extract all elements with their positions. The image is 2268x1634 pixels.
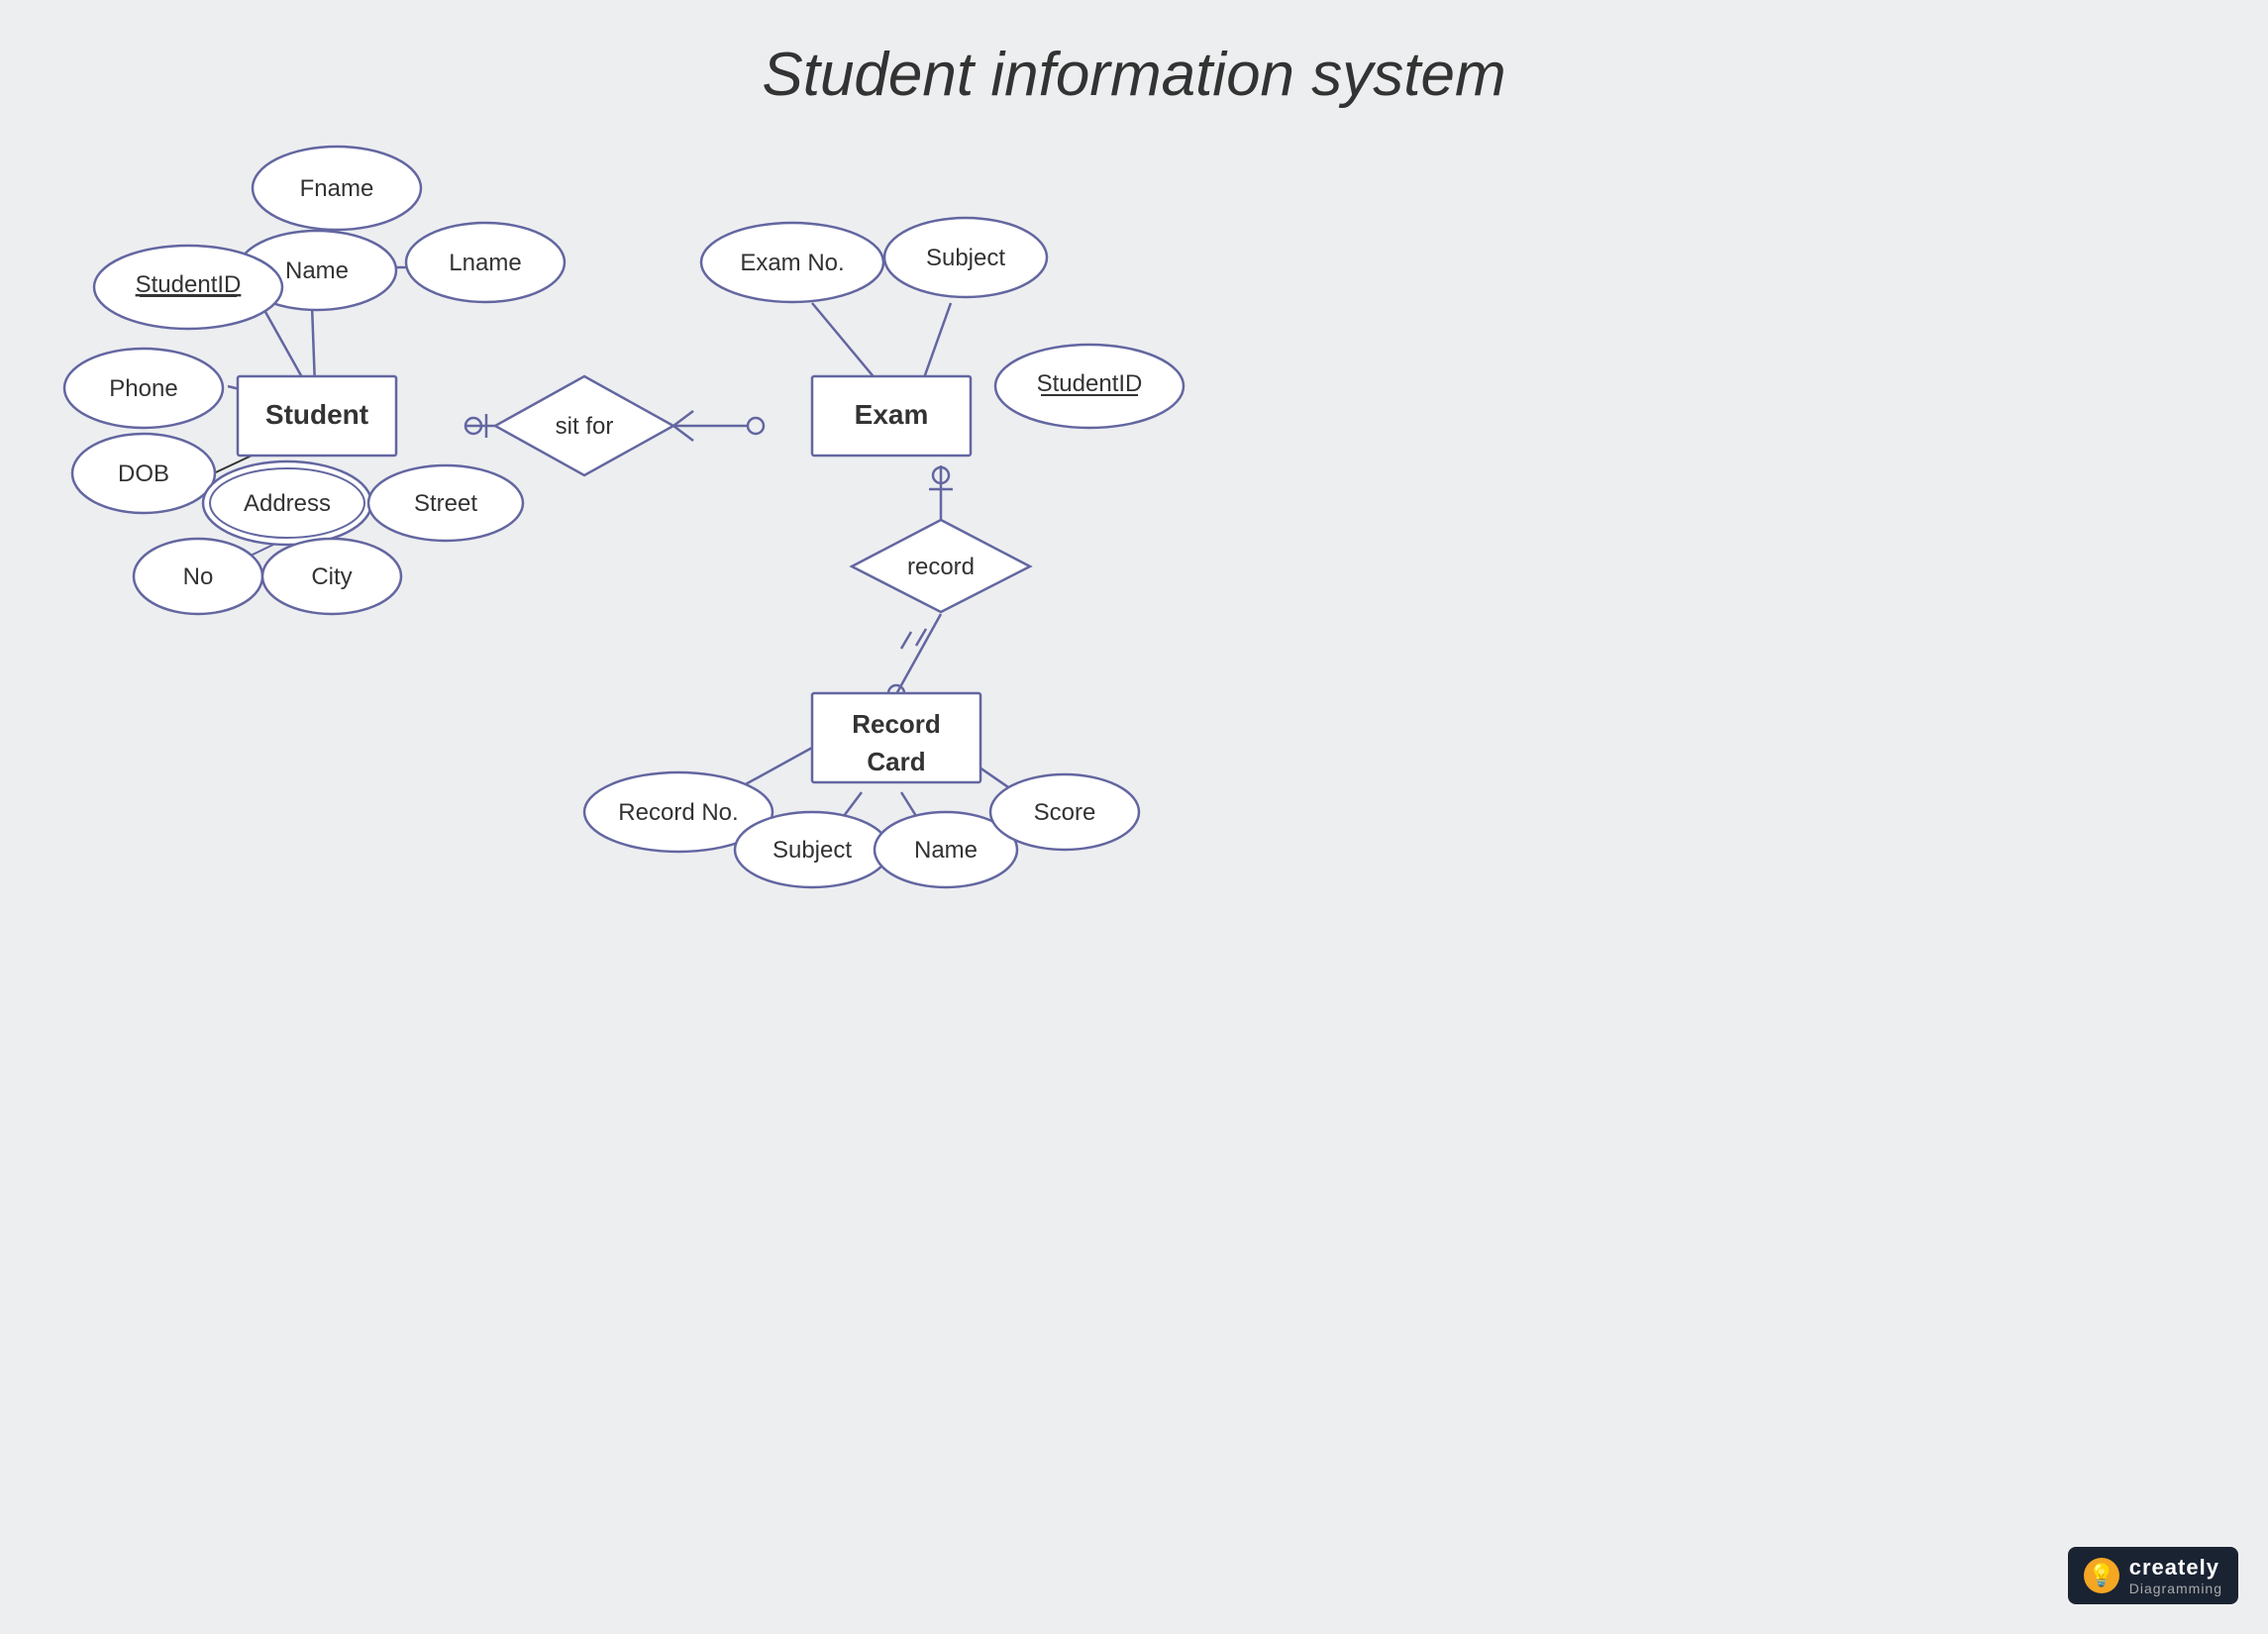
studentid2-attr-label: StudentID — [1037, 370, 1143, 397]
street-attr-label: Street — [414, 490, 477, 517]
creately-watermark: 💡 creately Diagramming — [2068, 1547, 2238, 1604]
creately-tagline: Diagramming — [2129, 1581, 2222, 1596]
examno-attr-label: Exam No. — [740, 250, 844, 276]
record-relationship-label: record — [907, 554, 975, 580]
city-attr-label: City — [311, 563, 352, 590]
phone-attr-label: Phone — [109, 375, 177, 402]
lname-attr-label: Lname — [449, 250, 521, 276]
fname-attr-label: Fname — [300, 175, 374, 202]
creately-bulb-icon: 💡 — [2084, 1558, 2119, 1593]
studentid1-attr-label: StudentID — [136, 271, 242, 298]
no-attr-label: No — [183, 563, 214, 590]
record-card-entity-label: Record — [852, 709, 941, 739]
subject2-attr-label: Subject — [773, 837, 852, 864]
name-attr-label: Name — [285, 257, 349, 284]
student-entity-label: Student — [265, 399, 368, 430]
subject1-attr-label: Subject — [926, 245, 1005, 271]
er-diagram: Student Exam Record Card sit for record … — [0, 0, 2268, 1634]
exam-entity-label: Exam — [855, 399, 929, 430]
creately-brand-name: creately — [2129, 1555, 2222, 1581]
record-card-entity-label2: Card — [867, 747, 925, 776]
dob-attr-label: DOB — [118, 460, 169, 487]
name2-attr-label: Name — [914, 837, 978, 864]
address-attr-label: Address — [244, 490, 331, 517]
recordno-attr-label: Record No. — [618, 799, 738, 826]
sit-for-relationship-label: sit for — [556, 413, 614, 440]
score-attr-label: Score — [1034, 799, 1096, 826]
